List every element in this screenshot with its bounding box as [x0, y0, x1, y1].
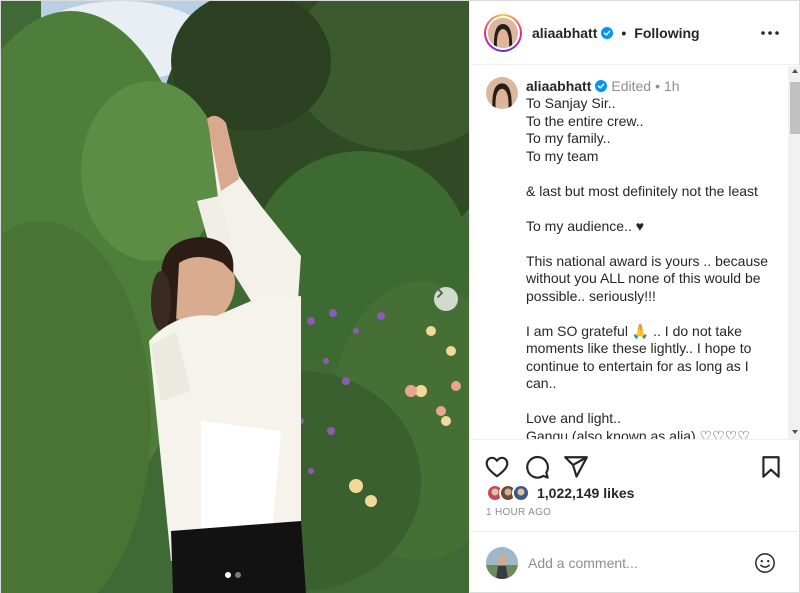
post-side-panel: aliaabhatt • Following aliaabhatt Edited… — [469, 1, 800, 593]
caption-line — [526, 235, 776, 253]
header-separator: • — [621, 25, 627, 41]
caption-line — [526, 393, 776, 411]
heart-icon[interactable] — [484, 454, 510, 480]
scroll-down-arrow-icon[interactable] — [792, 430, 798, 434]
share-icon[interactable] — [563, 454, 589, 480]
caption-line: To my audience.. ♥ — [526, 217, 645, 234]
caption-line: Love and light.. — [526, 410, 621, 426]
likes-label[interactable]: likes — [603, 485, 634, 501]
comment-icon[interactable] — [524, 454, 550, 480]
scroll-thumb[interactable] — [790, 82, 800, 134]
caption-line: To the entire crew.. — [526, 112, 644, 129]
carousel-next-button[interactable] — [434, 287, 458, 311]
caption-section[interactable]: aliaabhatt Edited • 1h To Sanjay Sir.. T… — [470, 66, 800, 439]
chevron-right-icon — [437, 288, 443, 298]
photo-image — [1, 1, 469, 593]
post-photo[interactable] — [1, 1, 469, 593]
edited-label: Edited — [611, 78, 652, 94]
verified-badge-icon — [601, 27, 614, 39]
post-timestamp[interactable]: 1 hour ago — [486, 507, 551, 518]
caption-line — [526, 165, 776, 183]
caption-line: This national award is yours .. because … — [526, 252, 769, 304]
caption-timestamp[interactable]: 1h — [664, 78, 680, 94]
scroll-up-arrow-icon[interactable] — [792, 69, 798, 73]
comment-input[interactable] — [528, 552, 738, 574]
carousel-dot-active — [225, 572, 231, 578]
author-username[interactable]: aliaabhatt — [532, 25, 597, 41]
carousel-dot — [235, 572, 241, 578]
caption-line — [526, 200, 776, 218]
instagram-post: aliaabhatt • Following aliaabhatt Edited… — [0, 0, 800, 593]
caption-scrollbar[interactable] — [788, 66, 800, 439]
caption-line: Gangu (also known as alia) ♡♡♡♡ — [526, 427, 750, 440]
avatar-image — [488, 18, 518, 48]
caption-avatar[interactable] — [486, 77, 518, 109]
caption-separator: • — [655, 78, 660, 94]
caption-line: To my team — [526, 147, 599, 164]
carousel-indicator — [225, 572, 241, 578]
caption-line: & last but most definitely not the least — [526, 182, 758, 199]
likes-summary[interactable]: 1,022,149 likes — [486, 484, 634, 502]
viewer-avatar — [486, 547, 518, 579]
caption-line — [526, 305, 776, 323]
author-avatar[interactable] — [484, 14, 522, 52]
likes-count[interactable]: 1,022,149 — [537, 485, 599, 501]
caption-text: To Sanjay Sir.. To the entire crew.. To … — [526, 95, 776, 439]
caption-line: I am SO grateful 🙏 .. I do not take mome… — [526, 322, 752, 392]
following-button[interactable]: Following — [634, 25, 699, 41]
caption-line: To my family.. — [526, 130, 611, 146]
more-options-button[interactable] — [758, 23, 782, 43]
liker-avatar — [512, 484, 530, 502]
verified-badge-icon — [595, 80, 608, 92]
smiley-icon[interactable] — [754, 552, 776, 574]
comment-composer — [470, 531, 800, 593]
caption-username[interactable]: aliaabhatt — [526, 78, 591, 94]
post-header: aliaabhatt • Following — [470, 1, 800, 65]
caption-line: To Sanjay Sir.. — [526, 95, 616, 111]
avatar-image — [486, 77, 518, 109]
more-horizontal-icon — [761, 31, 779, 35]
bookmark-icon[interactable] — [758, 454, 784, 480]
